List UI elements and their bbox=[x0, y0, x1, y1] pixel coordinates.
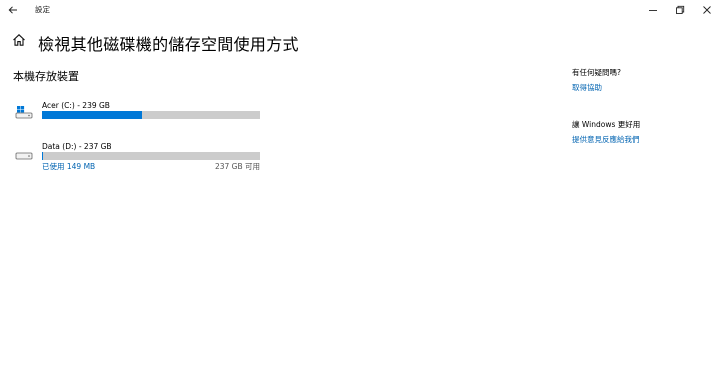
free-space-label: 237 GB 可用 bbox=[214, 162, 260, 171]
section-title: 本機存放裝置 bbox=[13, 70, 79, 83]
page-title: 檢視其他磁碟機的儲存空間使用方式 bbox=[38, 35, 299, 54]
drive-d-item[interactable]: Data (D:) - 237 GB 已使用 149 MB 237 GB 可用 bbox=[15, 142, 275, 172]
back-button[interactable] bbox=[4, 1, 22, 19]
usage-bar bbox=[42, 152, 260, 160]
minimize-icon bbox=[649, 10, 657, 11]
drive-name: Acer (C:) - 239 GB bbox=[42, 101, 110, 110]
used-space-label: 已使用 149 MB bbox=[42, 162, 96, 171]
back-arrow-icon bbox=[8, 6, 17, 14]
maximize-icon bbox=[676, 5, 685, 14]
window-title: 設定 bbox=[35, 5, 50, 14]
feedback-heading: 讓 Windows 更好用 bbox=[572, 120, 641, 129]
home-icon[interactable] bbox=[12, 33, 26, 47]
restore-button[interactable] bbox=[667, 1, 693, 19]
hard-drive-icon bbox=[15, 152, 33, 160]
usage-bar bbox=[42, 111, 260, 119]
help-heading: 有任何疑問嗎? bbox=[572, 68, 621, 77]
windows-drive-icon bbox=[15, 106, 33, 119]
feedback-link[interactable]: 提供意見反應給我們 bbox=[572, 134, 640, 145]
title-bar: 設定 bbox=[0, 0, 720, 20]
get-help-link[interactable]: 取得協助 bbox=[572, 82, 602, 93]
usage-bar-fill bbox=[42, 111, 143, 119]
drive-c-item[interactable]: Acer (C:) - 239 GB bbox=[15, 101, 275, 123]
close-icon bbox=[703, 6, 711, 14]
drive-name: Data (D:) - 237 GB bbox=[42, 142, 112, 151]
minimize-button[interactable] bbox=[640, 1, 666, 19]
close-button[interactable] bbox=[694, 1, 720, 19]
